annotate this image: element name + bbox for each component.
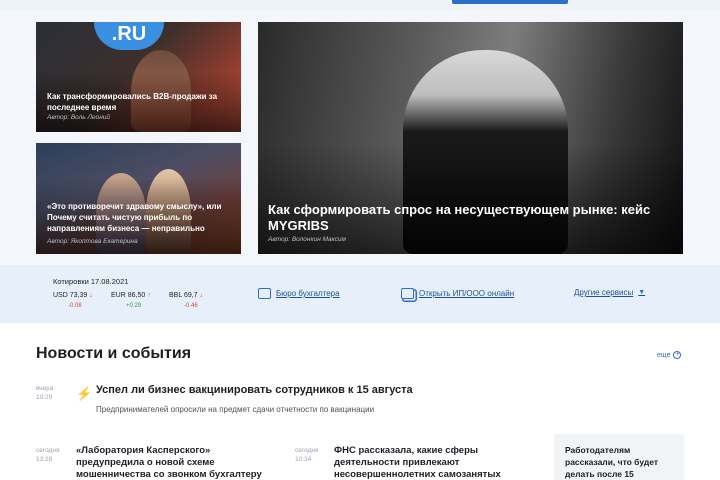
quote-value: 73,39	[69, 292, 88, 299]
card-author: Автор: Якоптова Екатерина	[47, 238, 138, 245]
hero-card-profit[interactable]: «Это противоречит здравому смыслу», или …	[36, 143, 241, 254]
quotes-title: Котировки 17.08.2021	[53, 277, 129, 286]
news-headline[interactable]: «Лаборатория Касперского» предупредила о…	[76, 445, 272, 480]
monitor-icon	[258, 288, 271, 299]
quote-name: BBL	[169, 292, 182, 299]
documents-icon	[401, 288, 414, 299]
card-title[interactable]: Как трансформировались B2B-продажи за по…	[47, 91, 232, 113]
more-label[interactable]: еще	[657, 352, 670, 359]
card-title[interactable]: «Это противоречит здравому смыслу», или …	[47, 201, 232, 234]
card-title[interactable]: Как сформировать спрос на несуществующем…	[268, 202, 668, 234]
arrow-down-icon: ↓	[199, 292, 204, 299]
service-link-label[interactable]: Открыть ИП/ООО онлайн	[419, 289, 514, 298]
hero-block: .RU Как трансформировались B2B-продажи з…	[36, 22, 683, 254]
news-headline[interactable]: Успел ли бизнес вакцинировать сотруднико…	[96, 384, 413, 396]
plus-icon: +	[673, 351, 682, 359]
card-author: Автор: Волонкин Максим	[268, 236, 346, 243]
service-link-label[interactable]: Бюро бухгалтера	[276, 289, 340, 298]
service-link-open-business[interactable]: Открыть ИП/ООО онлайн	[401, 288, 514, 299]
service-link-accountant[interactable]: Бюро бухгалтера	[258, 288, 340, 299]
news-time: вчера 10:29	[36, 384, 53, 402]
ru-logo: .RU	[94, 22, 164, 50]
quote-value: 86,50	[127, 292, 146, 299]
hero-card-main[interactable]: Как сформировать спрос на несуществующем…	[258, 22, 683, 254]
quote-name: EUR	[111, 292, 126, 299]
service-link-label[interactable]: Другие сервисы	[574, 288, 633, 297]
news-clock: 13:28	[36, 456, 53, 463]
arrow-up-icon: ↑	[147, 292, 151, 299]
news-time: сегодня 10:34	[295, 446, 318, 464]
service-link-other[interactable]: Другие сервисы ▼	[574, 288, 645, 297]
chevron-down-icon: ▼	[638, 289, 646, 296]
quote-change: -0.46	[184, 303, 198, 309]
quote-change: -0.08	[68, 303, 82, 309]
news-section: Новости и события еще + вчера 10:29 ⚡ Ус…	[0, 323, 720, 480]
news-day: сегодня	[295, 447, 319, 454]
top-strip	[0, 0, 720, 10]
arrow-down-icon: ↓	[89, 292, 93, 299]
news-clock: 10:29	[36, 394, 53, 401]
services-bar: Котировки 17.08.2021 USD 73,39 ↓ -0.08 E…	[0, 265, 720, 323]
news-headline[interactable]: Работодателям рассказали, что будет дела…	[565, 444, 675, 480]
section-title: Новости и события	[36, 345, 192, 362]
lightning-icon: ⚡	[76, 386, 93, 401]
news-time: сегодня 13:28	[36, 446, 59, 464]
quote-name: USD	[53, 292, 68, 299]
quote-bbl: BBL 69,7 ↓ -0.46	[169, 292, 204, 309]
news-day: вчера	[36, 385, 54, 392]
quote-eur: EUR 86,50 ↑ +0.29	[111, 292, 151, 309]
header-button[interactable]	[452, 0, 568, 4]
more-link[interactable]: еще +	[657, 351, 682, 359]
news-side-card[interactable]: Работодателям рассказали, что будет дела…	[554, 434, 684, 480]
quote-value: 69,7	[183, 292, 198, 299]
hero-card-b2b[interactable]: .RU Как трансформировались B2B-продажи з…	[36, 22, 241, 132]
news-headline[interactable]: ФНС рассказала, какие сферы деятельности…	[334, 445, 516, 480]
quote-usd: USD 73,39 ↓ -0.08	[53, 292, 93, 309]
card-author: Автор: Воль Леоний	[47, 114, 111, 121]
news-clock: 10:34	[295, 456, 312, 463]
quote-change: +0.29	[126, 303, 142, 309]
news-subtitle: Предпринимателей опросили на предмет сда…	[96, 405, 375, 414]
news-day: сегодня	[36, 447, 60, 454]
